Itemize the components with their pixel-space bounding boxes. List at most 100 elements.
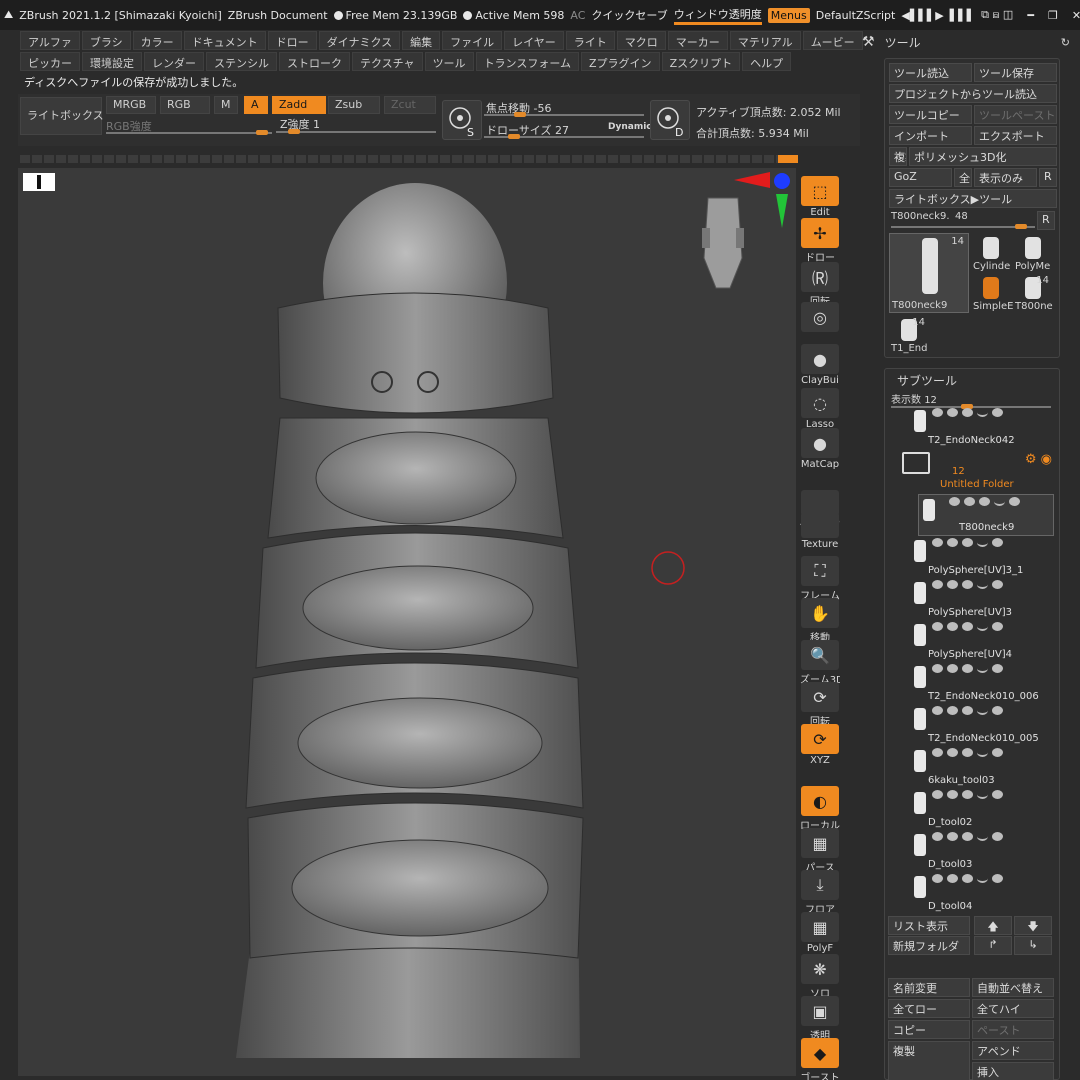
tool-thumbnail[interactable]: PolyMe [1013,233,1053,273]
toolbar-button-17[interactable]: ⤓ フロア [800,870,840,916]
down-arrow-icon[interactable]: 🡇 [1014,916,1052,935]
layout-switch-icon[interactable]: ⧉ ⧈ ◫ [981,8,1013,22]
tool-thumbnail[interactable]: T800neck9 14 [889,233,969,313]
toolbar-button-6[interactable]: ◌ Lasso [800,388,840,430]
canvas-viewport[interactable] [18,168,796,1076]
menu-10[interactable]: ライト [565,31,615,50]
toggle-icon[interactable] [962,622,973,631]
toggle-icon[interactable] [947,706,958,715]
toggle-icon[interactable] [949,497,960,506]
toggle-icon[interactable] [947,580,958,589]
tool-button[interactable]: ツールコピー [889,105,972,124]
subtool-item[interactable]: PolySphere[UV]4 [888,620,1056,662]
d-brush-icon[interactable]: D [650,100,690,140]
toggle-icon[interactable] [977,706,988,715]
toggle-icon[interactable] [947,790,958,799]
tool-button[interactable]: R [1039,168,1057,187]
toggle-icon[interactable] [947,748,958,757]
toolbar-button-15[interactable]: ◐ ローカル [800,786,840,832]
toolbar-button-13[interactable]: ⟳ 回転 [800,682,840,728]
toggle-icon[interactable] [932,706,943,715]
tool-thumbnail[interactable]: T1_End 14 [889,315,929,355]
list-view-button[interactable]: リスト表示 [888,916,970,935]
tool-palette-header[interactable]: ⚒ ツール ↻ [862,30,1080,54]
toggle-icon[interactable] [962,874,973,883]
toggle-icon[interactable] [932,832,943,841]
menu-9[interactable]: レイヤー [504,31,564,50]
menu-13[interactable]: マテリアル [729,31,801,50]
toolbar-button-18[interactable]: ▦ PolyF [800,912,840,954]
toggle-icon[interactable] [932,408,943,417]
subtool-item[interactable]: D_tool04 [888,872,1056,914]
tool-slider[interactable] [891,226,1035,228]
tool-button[interactable]: インポート [889,126,972,145]
tool-button[interactable]: 複製 [889,147,907,166]
toggle-icon[interactable] [977,408,988,417]
toggle-icon[interactable] [962,790,973,799]
menu-10[interactable]: Zスクリプト [661,52,741,71]
menu-6[interactable]: テクスチャ [352,52,423,71]
toggle-icon[interactable] [962,748,973,757]
window-opacity-slider[interactable]: ウィンドウ透明度 [673,6,762,25]
zcut-button[interactable]: Zcut [384,96,436,114]
toolbar-button-5[interactable]: ● ClayBui [800,344,840,386]
toggle-icon[interactable] [977,748,988,757]
subtool-item[interactable]: T2_EndoNeck010_006 [888,662,1056,704]
move-up-icon[interactable]: ↱ [974,936,1012,955]
toolbar-button-12[interactable]: 🔍 ズーム3D [800,640,840,686]
menu-2[interactable]: ブラシ [81,31,131,50]
toggle-icon[interactable] [947,832,958,841]
menu-5[interactable]: ドロー [267,31,317,50]
tool-button[interactable]: ツールペースト [974,105,1057,124]
toggle-icon[interactable] [977,538,988,547]
rgb-button[interactable]: RGB [160,96,210,114]
toggle-icon[interactable] [962,580,973,589]
toggle-icon[interactable] [977,874,988,883]
menu-9[interactable]: Zプラグイン [581,52,660,71]
up-arrow-icon[interactable]: 🡅 [974,916,1012,935]
a-button[interactable]: A [244,96,268,114]
menu-1[interactable]: ピッカー [20,52,80,71]
tool-button[interactable]: 表示のみ [974,168,1037,187]
s-brush-icon[interactable]: S [442,100,482,140]
toggle-icon[interactable] [947,874,958,883]
menu-3[interactable]: レンダー [144,52,204,71]
menu-8[interactable]: トランスフォーム [475,52,580,71]
eye-icon[interactable] [992,790,1003,799]
menu-6[interactable]: ダイナミクス [318,31,401,50]
toggle-icon[interactable] [977,832,988,841]
z-intensity-slider[interactable] [276,131,436,133]
eye-icon[interactable] [992,664,1003,673]
all-low-button[interactable]: 全てロー [888,999,970,1018]
toggle-icon[interactable] [932,790,943,799]
subtool-visibility-icons[interactable] [932,622,1003,631]
copy-button[interactable]: コピー [888,1020,970,1039]
restore-icon[interactable]: ❐ [1048,9,1058,22]
toggle-icon[interactable] [962,538,973,547]
subtool-visibility-icons[interactable] [932,664,1003,673]
paste-button[interactable]: ペースト [972,1020,1054,1039]
tool-thumbnail[interactable]: T800ne 14 [1013,273,1053,313]
new-folder-button[interactable]: 新規フォルダ [888,936,970,955]
move-down-icon[interactable]: ↳ [1014,936,1052,955]
toggle-icon[interactable] [932,580,943,589]
subtool-folder[interactable]: 12 ⚙ ◉ Untitled Folder [888,450,1056,492]
tool-button[interactable]: 全て [954,168,972,187]
subtool-visibility-icons[interactable] [932,706,1003,715]
toolbar-button-1[interactable]: ⬚ Edit [800,176,840,218]
auto-sort-button[interactable]: 自動並べ替え [972,978,1054,997]
tool-button[interactable]: ライトボックス▶ツール [889,189,1057,208]
toggle-icon[interactable] [932,538,943,547]
z-intensity-knob[interactable] [288,129,300,134]
m-button[interactable]: M [214,96,238,114]
toolbar-button-10[interactable]: ⛶ フレーム [800,556,840,602]
toggle-icon[interactable] [962,408,973,417]
toggle-icon[interactable] [979,497,990,506]
layout-slider-icon[interactable]: ◀▌▌▌▶ [901,9,943,22]
menus-button[interactable]: Menus [767,7,810,23]
toggle-icon[interactable] [932,664,943,673]
menu-11[interactable]: ヘルプ [742,52,792,71]
toggle-icon[interactable] [947,664,958,673]
menu-11[interactable]: マクロ [616,31,666,50]
toggle-icon[interactable] [947,538,958,547]
